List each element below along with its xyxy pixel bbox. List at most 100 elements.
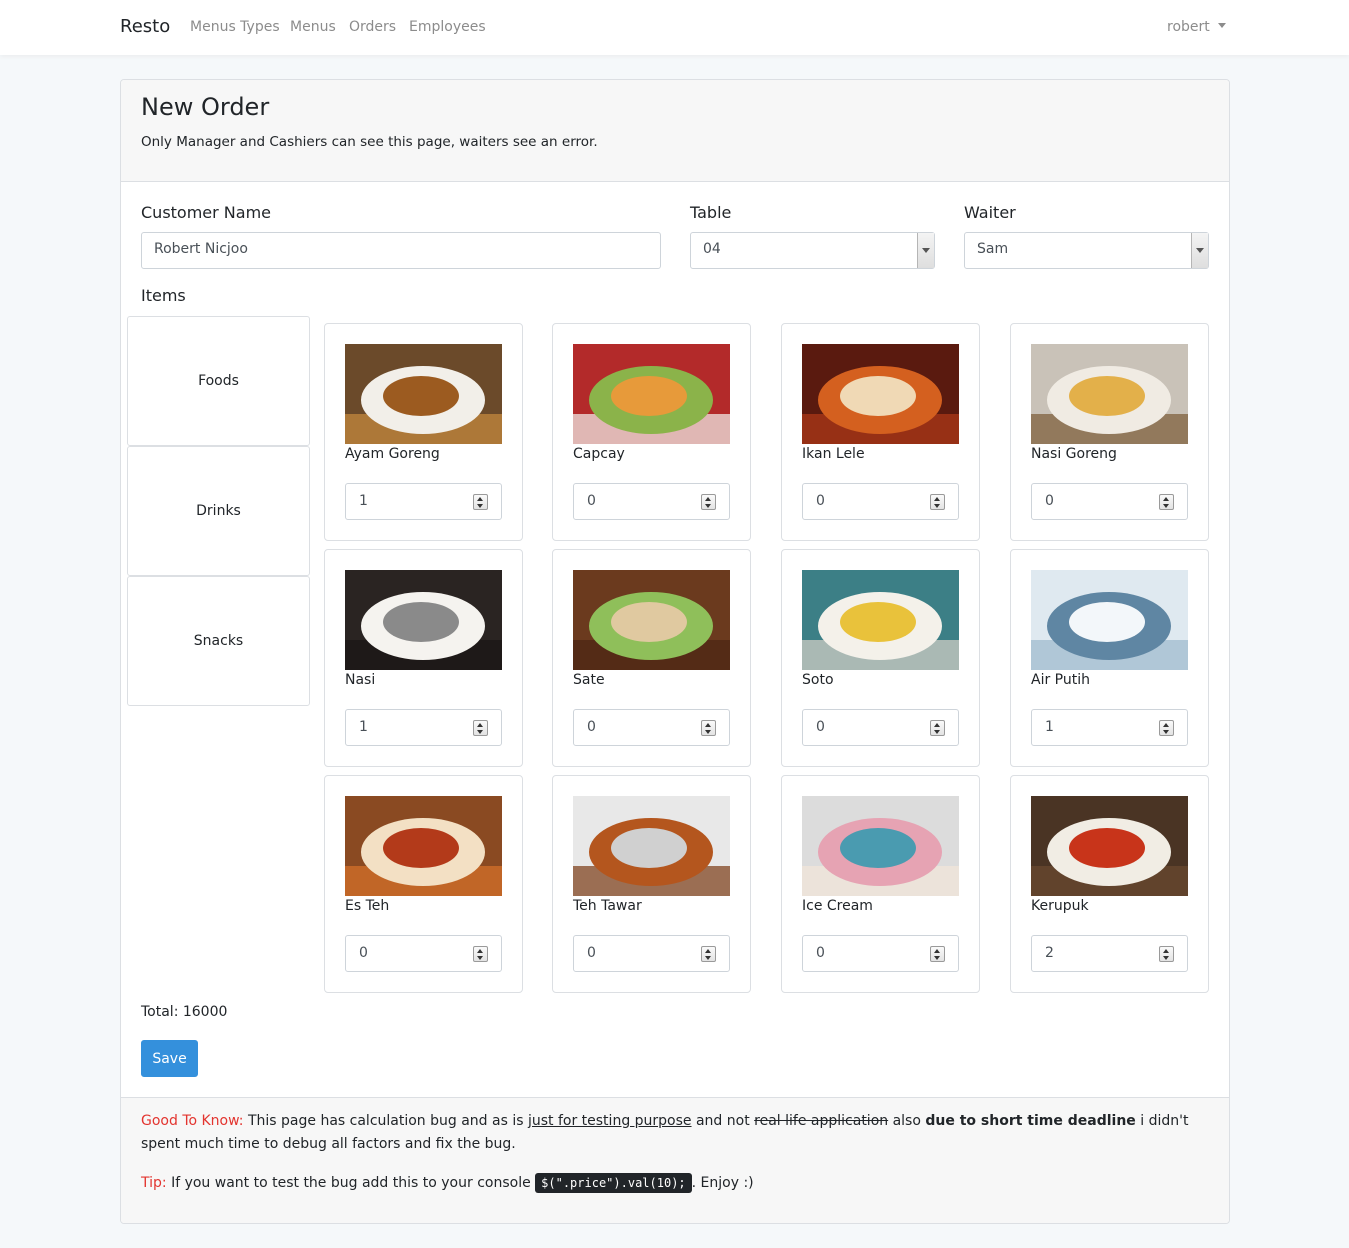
food-photo [1031, 344, 1188, 444]
tip-note: Tip: If you want to test the bug add thi… [141, 1172, 1211, 1195]
nav-link-menus[interactable]: Menus [290, 19, 336, 35]
quantity-input[interactable]: 1 [345, 483, 502, 520]
quantity-input[interactable]: 2 [1031, 935, 1188, 972]
food-photo [345, 344, 502, 444]
tip-label: Tip: [141, 1175, 167, 1191]
customer-name-label: Customer Name [141, 203, 272, 222]
quantity-value: 0 [816, 493, 825, 509]
menu-item-card-air-putih: Air Putih 1 [1010, 549, 1209, 767]
chevron-down-icon [1191, 233, 1208, 268]
menu-item-name: Nasi [345, 672, 376, 688]
waiter-select[interactable]: Sam [964, 232, 1209, 269]
note-text: This page has calculation bug and as is [243, 1113, 528, 1129]
menu-item-name: Ikan Lele [802, 446, 865, 462]
quantity-value: 0 [587, 945, 596, 961]
quantity-value: 0 [816, 945, 825, 961]
quantity-value: 1 [359, 719, 368, 735]
waiter-label: Waiter [964, 203, 1016, 222]
category-tab-drinks[interactable]: Drinks [127, 446, 310, 576]
spinner-arrows-icon[interactable] [930, 946, 945, 962]
nav-link-employees[interactable]: Employees [409, 19, 486, 35]
tip-text: If you want to test the bug add this to … [166, 1175, 536, 1191]
page-title: New Order [141, 93, 270, 121]
quantity-input[interactable]: 0 [573, 709, 730, 746]
table-value: 04 [703, 241, 721, 257]
items-label: Items [141, 286, 186, 305]
user-dropdown[interactable]: robert [1167, 19, 1226, 35]
spinner-arrows-icon[interactable] [930, 720, 945, 736]
spinner-arrows-icon[interactable] [473, 946, 488, 962]
quantity-input[interactable]: 0 [1031, 483, 1188, 520]
spinner-arrows-icon[interactable] [930, 494, 945, 510]
console-code: $(".price").val(10); [535, 1173, 692, 1193]
chevron-down-icon [917, 233, 934, 268]
spinner-arrows-icon[interactable] [701, 946, 716, 962]
menu-item-name: Nasi Goreng [1031, 446, 1117, 462]
food-photo [345, 796, 502, 896]
food-photo [802, 570, 959, 670]
menu-item-card-es-teh: Es Teh 0 [324, 775, 523, 993]
note-bold: due to short time deadline [925, 1113, 1136, 1129]
nav-link-menus-types[interactable]: Menus Types [190, 19, 280, 35]
quantity-value: 2 [1045, 945, 1054, 961]
spinner-arrows-icon[interactable] [1159, 494, 1174, 510]
food-photo [802, 796, 959, 896]
food-photo [802, 344, 959, 444]
save-button[interactable]: Save [141, 1040, 198, 1077]
menu-item-name: Teh Tawar [573, 898, 642, 914]
note-strikethrough: real life application [754, 1113, 889, 1129]
note-text: also [888, 1113, 926, 1129]
menu-item-card-ice-cream: Ice Cream 0 [781, 775, 980, 993]
menu-item-card-ayam-goreng: Ayam Goreng 1 [324, 323, 523, 541]
order-total: Total: 16000 [141, 1004, 228, 1020]
table-select[interactable]: 04 [690, 232, 935, 269]
quantity-value: 0 [816, 719, 825, 735]
customer-name-value: Robert Nicjoo [154, 241, 248, 257]
nav-link-orders[interactable]: Orders [349, 19, 396, 35]
quantity-value: 0 [587, 719, 596, 735]
caret-down-icon [1217, 23, 1226, 28]
user-name: robert [1167, 19, 1210, 35]
good-to-know-note: Good To Know: This page has calculation … [141, 1110, 1211, 1156]
spinner-arrows-icon[interactable] [1159, 946, 1174, 962]
quantity-input[interactable]: 0 [345, 935, 502, 972]
menu-item-name: Es Teh [345, 898, 390, 914]
navbar: Resto Menus Types Menus Orders Employees… [0, 0, 1349, 55]
spinner-arrows-icon[interactable] [473, 494, 488, 510]
quantity-input[interactable]: 1 [1031, 709, 1188, 746]
menu-item-name: Capcay [573, 446, 625, 462]
quantity-input[interactable]: 0 [802, 935, 959, 972]
menu-item-card-sate: Sate 0 [552, 549, 751, 767]
food-photo [573, 570, 730, 670]
quantity-input[interactable]: 0 [802, 483, 959, 520]
quantity-value: 1 [359, 493, 368, 509]
food-photo [1031, 570, 1188, 670]
quantity-input[interactable]: 0 [573, 483, 730, 520]
menu-item-card-capcay: Capcay 0 [552, 323, 751, 541]
quantity-input[interactable]: 0 [802, 709, 959, 746]
menu-item-name: Sate [573, 672, 605, 688]
spinner-arrows-icon[interactable] [701, 494, 716, 510]
tip-text: . Enjoy :) [691, 1175, 754, 1191]
header-note: Only Manager and Cashiers can see this p… [141, 134, 598, 150]
card-header: New Order Only Manager and Cashiers can … [121, 80, 1229, 182]
spinner-arrows-icon[interactable] [473, 720, 488, 736]
quantity-input[interactable]: 0 [573, 935, 730, 972]
menu-item-name: Ice Cream [802, 898, 873, 914]
brand-link[interactable]: Resto [120, 16, 170, 37]
menu-item-name: Soto [802, 672, 834, 688]
category-tab-snacks[interactable]: Snacks [127, 576, 310, 706]
menu-item-card-soto: Soto 0 [781, 549, 980, 767]
food-photo [345, 570, 502, 670]
menu-item-card-nasi: Nasi 1 [324, 549, 523, 767]
customer-name-input[interactable]: Robert Nicjoo [141, 232, 661, 269]
category-tab-foods[interactable]: Foods [127, 316, 310, 446]
good-to-know-label: Good To Know: [141, 1113, 244, 1129]
quantity-value: 0 [1045, 493, 1054, 509]
quantity-value: 0 [587, 493, 596, 509]
spinner-arrows-icon[interactable] [701, 720, 716, 736]
order-card: New Order Only Manager and Cashiers can … [120, 79, 1230, 1224]
spinner-arrows-icon[interactable] [1159, 720, 1174, 736]
food-photo [573, 344, 730, 444]
quantity-input[interactable]: 1 [345, 709, 502, 746]
